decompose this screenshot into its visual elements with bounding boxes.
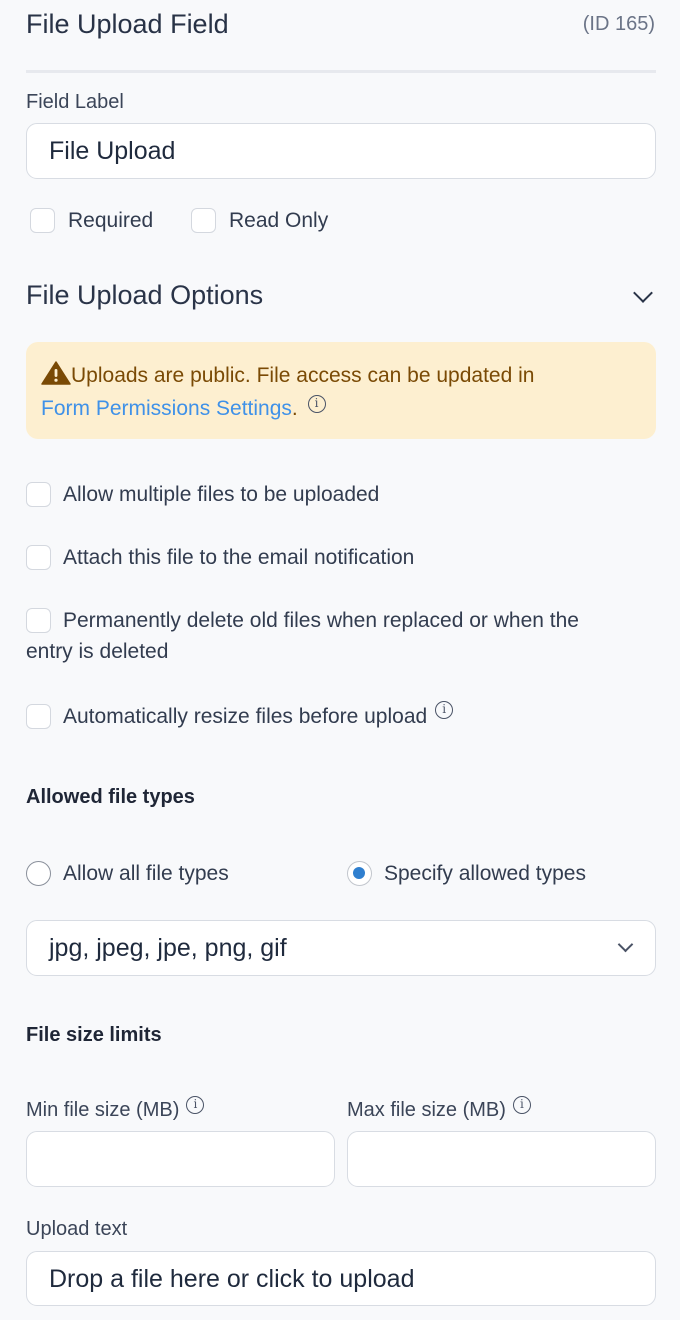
allow-multiple-label: Allow multiple files to be uploaded: [63, 482, 380, 506]
min-size-label-row: Min file size (MB) i: [26, 1096, 205, 1122]
upload-text-label: Upload text: [26, 1218, 128, 1240]
required-checkbox-row[interactable]: Required: [30, 208, 153, 233]
delete-old-files-label-line2: entry is deleted: [26, 640, 169, 663]
required-label: Required: [68, 208, 154, 232]
max-size-input[interactable]: [347, 1131, 656, 1187]
read-only-label: Read Only: [229, 208, 329, 232]
auto-resize-checkbox[interactable]: [26, 704, 51, 729]
min-size-input[interactable]: [26, 1131, 335, 1187]
auto-resize-label: Automatically resize files before upload: [63, 704, 428, 728]
max-size-label-row: Max file size (MB) i: [347, 1096, 531, 1122]
info-icon[interactable]: i: [435, 700, 454, 719]
file-size-limits-heading: File size limits: [26, 1024, 162, 1046]
allowed-file-types-heading: Allowed file types: [26, 786, 195, 808]
warning-text: Uploads are public. File access can be u…: [71, 364, 535, 387]
warning-suffix: .: [291, 397, 298, 420]
field-label-caption: Field Label: [26, 91, 124, 113]
field-label-value: File Upload: [49, 137, 176, 165]
upload-text-input[interactable]: Drop a file here or click to upload: [26, 1251, 656, 1306]
file-upload-options-header[interactable]: File Upload Options: [26, 280, 263, 311]
chevron-down-icon[interactable]: [633, 283, 653, 303]
allow-all-types-radio[interactable]: [26, 861, 51, 886]
allow-all-types-label: Allow all file types: [63, 861, 229, 885]
form-permissions-settings-link[interactable]: Form Permissions Settings: [41, 397, 292, 420]
file-types-value: jpg, jpeg, jpe, png, gif: [49, 934, 287, 962]
read-only-checkbox[interactable]: [191, 208, 216, 233]
allow-multiple-checkbox[interactable]: [26, 482, 51, 507]
attach-email-option[interactable]: Attach this file to the email notificati…: [26, 545, 414, 570]
read-only-checkbox-row[interactable]: Read Only: [191, 208, 328, 233]
min-size-label: Min file size (MB): [26, 1099, 180, 1121]
allow-multiple-option[interactable]: Allow multiple files to be uploaded: [26, 482, 379, 507]
delete-old-files-option[interactable]: Permanently delete old files when replac…: [26, 608, 666, 664]
info-icon[interactable]: i: [186, 1096, 205, 1114]
warning-triangle-icon: [41, 361, 71, 385]
specify-types-label: Specify allowed types: [384, 861, 586, 885]
specify-types-radio-row[interactable]: Specify allowed types: [347, 861, 586, 886]
panel-title: File Upload Field: [26, 9, 229, 39]
field-id: (ID 165): [582, 13, 655, 35]
file-types-select[interactable]: jpg, jpeg, jpe, png, gif: [26, 920, 656, 976]
max-size-label: Max file size (MB): [347, 1099, 506, 1121]
public-uploads-warning: Uploads are public. File access can be u…: [26, 342, 656, 439]
attach-email-checkbox[interactable]: [26, 545, 51, 570]
allow-all-types-radio-row[interactable]: Allow all file types: [26, 861, 229, 886]
info-icon[interactable]: i: [307, 395, 326, 413]
field-label-input[interactable]: File Upload: [26, 123, 656, 179]
header-divider: [26, 70, 656, 73]
delete-old-files-label-line1: Permanently delete old files when replac…: [63, 608, 579, 632]
required-checkbox[interactable]: [30, 208, 55, 233]
attach-email-label: Attach this file to the email notificati…: [63, 545, 415, 569]
delete-old-files-checkbox[interactable]: [26, 608, 51, 633]
upload-text-value: Drop a file here or click to upload: [49, 1265, 415, 1293]
specify-types-radio[interactable]: [347, 861, 372, 886]
info-icon[interactable]: i: [512, 1096, 531, 1114]
chevron-down-icon: [617, 936, 634, 953]
auto-resize-option[interactable]: Automatically resize files before upload…: [26, 700, 454, 729]
